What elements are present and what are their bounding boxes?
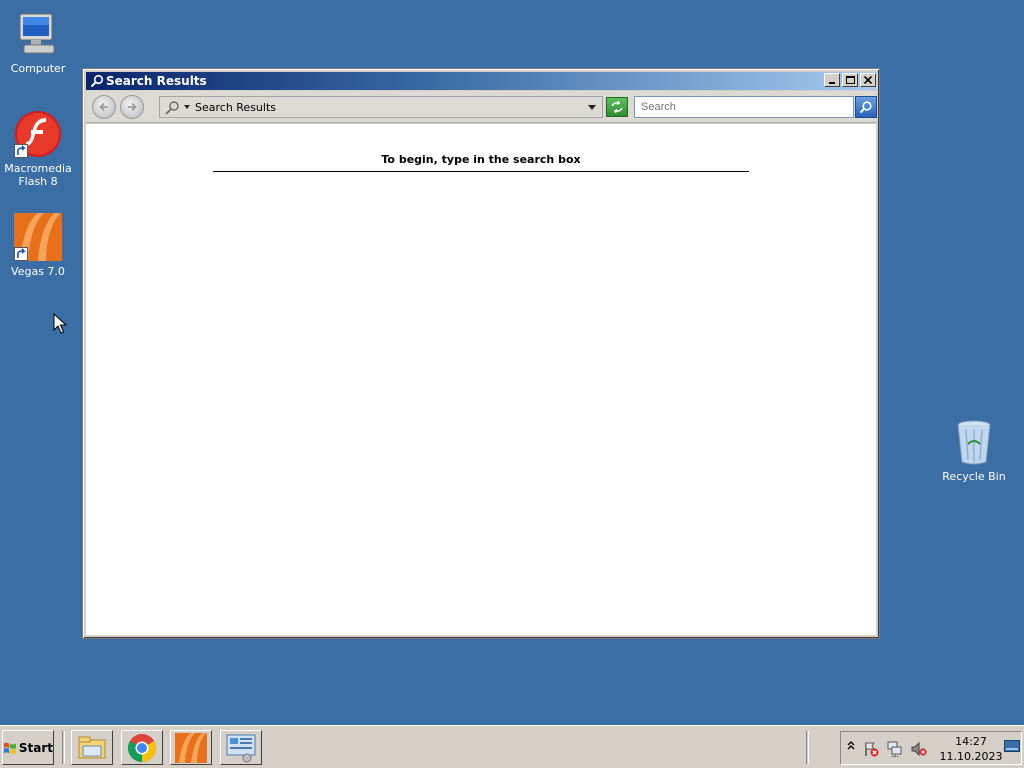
desktop-icon-vegas[interactable]: Vegas 7.0	[0, 213, 76, 278]
action-center-flag-icon[interactable]	[863, 741, 879, 760]
close-icon	[864, 76, 872, 84]
search-hint: To begin, type in the search box	[213, 153, 749, 172]
control-panel-icon	[226, 734, 256, 762]
maximize-icon	[845, 76, 855, 84]
address-dropdown-icon[interactable]	[588, 105, 596, 110]
forward-button[interactable]	[120, 95, 144, 119]
taskbar-explorer-button[interactable]	[71, 730, 113, 765]
forward-arrow-icon	[128, 102, 137, 112]
windows-logo-icon	[3, 742, 16, 754]
taskbar-clock[interactable]: 14:27 11.10.2023	[937, 734, 1005, 764]
show-desktop-icon	[1004, 740, 1020, 752]
volume-muted-icon[interactable]	[911, 741, 927, 760]
start-button[interactable]: Start	[2, 730, 54, 765]
desktop-icon-label: Macromedia Flash 8	[4, 162, 72, 188]
taskbar-divider	[806, 731, 809, 764]
desktop-icon-label: Computer	[10, 62, 66, 75]
computer-icon	[14, 10, 62, 58]
search-results-window: Search Results Search Results Search To …	[82, 68, 880, 639]
search-icon	[164, 100, 180, 119]
network-icon[interactable]	[887, 741, 903, 760]
minimize-button[interactable]	[824, 73, 840, 87]
clock-date: 11.10.2023	[939, 750, 1003, 763]
vegas-icon	[14, 213, 62, 261]
search-button[interactable]	[855, 96, 877, 118]
refresh-icon	[611, 101, 623, 113]
clock-time: 14:27	[955, 735, 987, 748]
back-button[interactable]	[92, 95, 116, 119]
back-arrow-icon	[99, 102, 108, 112]
show-hidden-icons-button[interactable]	[847, 739, 855, 754]
taskbar-control-panel-button[interactable]	[220, 730, 262, 765]
desktop-icon-recycle-bin[interactable]: Recycle Bin	[936, 418, 1012, 483]
taskbar: Start 14:27 11.10.2023	[0, 725, 1024, 768]
window-titlebar[interactable]: Search Results	[86, 72, 876, 90]
close-button[interactable]	[860, 73, 876, 87]
taskbar-chrome-button[interactable]	[121, 730, 163, 765]
recycle-bin-icon	[950, 418, 998, 466]
shortcut-arrow-icon	[14, 247, 28, 261]
address-bar[interactable]: Search Results	[159, 96, 603, 118]
search-results-pane: To begin, type in the search box	[86, 124, 876, 635]
minimize-icon	[829, 82, 835, 84]
breadcrumb-chevron-icon[interactable]	[184, 105, 190, 109]
magnifier-icon	[859, 101, 872, 114]
vegas-icon	[175, 732, 207, 763]
taskbar-divider	[62, 731, 65, 764]
desktop-icon-computer[interactable]: Computer	[0, 10, 76, 75]
system-tray: 14:27 11.10.2023	[840, 731, 1022, 765]
chrome-icon	[128, 733, 156, 762]
shortcut-arrow-icon	[14, 144, 28, 158]
search-input[interactable]	[634, 96, 854, 118]
start-label: Start	[18, 740, 53, 755]
desktop-icon-label: Vegas 7.0	[11, 265, 65, 278]
desktop-icon-flash[interactable]: Macromedia Flash 8	[0, 110, 76, 188]
mouse-cursor-icon	[53, 312, 68, 338]
address-text: Search Results	[195, 101, 277, 114]
navigation-toolbar: Search Results	[86, 91, 877, 123]
taskbar-vegas-button[interactable]	[170, 730, 212, 765]
desktop-icon-label: Recycle Bin	[942, 470, 1006, 483]
explorer-icon	[78, 736, 106, 758]
show-desktop-button[interactable]	[1004, 740, 1020, 757]
refresh-button[interactable]	[606, 97, 628, 117]
maximize-button[interactable]	[842, 73, 858, 87]
flash-icon	[14, 110, 62, 158]
window-title: Search Results	[106, 74, 207, 88]
chevron-up-icon	[847, 741, 855, 750]
